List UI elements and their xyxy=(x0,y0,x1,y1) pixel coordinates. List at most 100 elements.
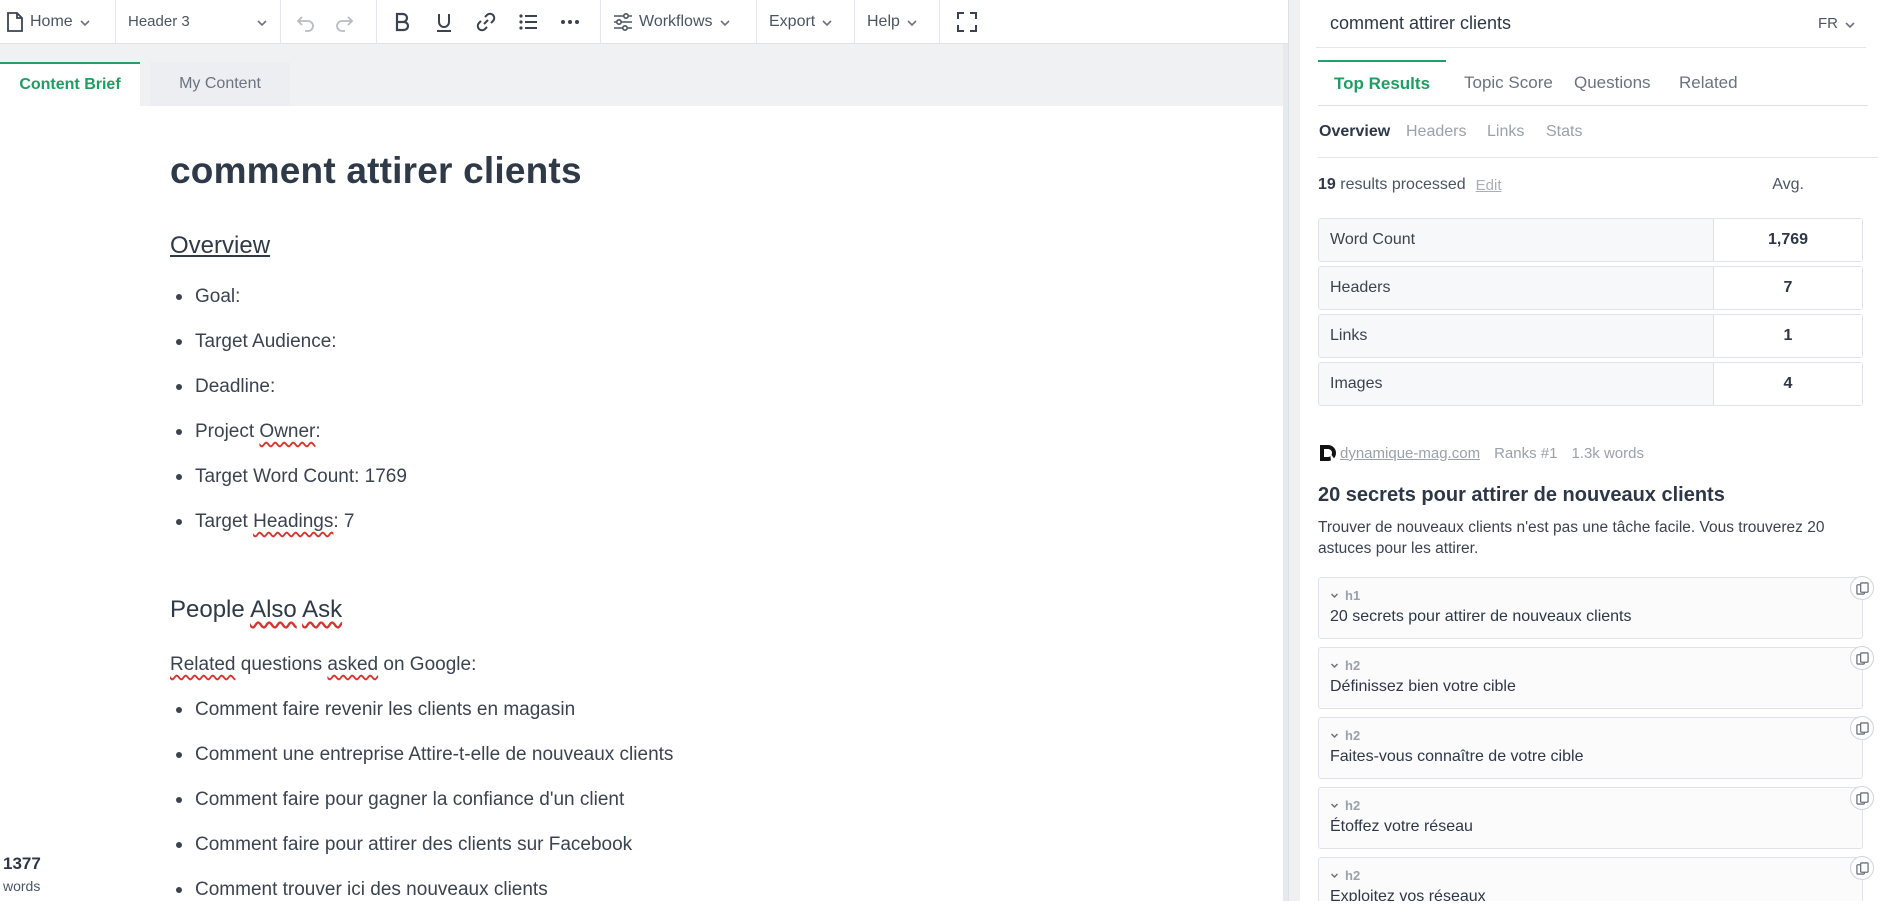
copy-header-button[interactable] xyxy=(1850,576,1874,600)
overview-list: Goal: Target Audience: Deadline: Project Ow… xyxy=(170,274,1230,544)
outline-header-card[interactable]: h2 Exploitez vos réseaux xyxy=(1318,856,1874,901)
block-style-label: Header 3 xyxy=(128,13,190,30)
tab-questions[interactable]: Questions xyxy=(1574,60,1651,106)
research-tabs: Top Results Topic Score Questions Relate… xyxy=(1318,60,1868,106)
editor-pane: Home Header 3 Workflows Export Help Cont… xyxy=(0,0,1288,901)
outline-header-card[interactable]: h2 Faites-vous connaître de votre cible xyxy=(1318,716,1874,779)
tab-content-brief[interactable]: Content Brief xyxy=(0,62,140,106)
overview-item: Project Owner: xyxy=(170,409,1230,454)
workflows-label: Workflows xyxy=(639,12,713,30)
stats-row: Word Count 1,769 xyxy=(1318,218,1863,262)
document-icon xyxy=(6,11,24,32)
header-level-tag: h2 xyxy=(1345,798,1361,813)
subtab-stats[interactable]: Stats xyxy=(1546,106,1582,158)
copy-header-button[interactable] xyxy=(1850,856,1874,880)
word-counter: 1377 words xyxy=(3,854,41,894)
pane-resize-handle[interactable] xyxy=(1288,0,1300,901)
header-level: h2 xyxy=(1330,728,1851,743)
paa-question-item: Comment une entreprise Attire-t-elle de … xyxy=(170,732,1230,777)
result-meta: dynamique-mag.com Ranks #1 1.3k words xyxy=(1318,440,1868,466)
editor-toolbar: Home Header 3 Workflows Export Help xyxy=(0,0,1288,44)
chevron-down-icon xyxy=(821,16,833,28)
paa-question-item: Comment faire revenir les clients en mag… xyxy=(170,687,1230,732)
header-text: Exploitez vos réseaux xyxy=(1330,888,1486,901)
header-text: Étoffez votre réseau xyxy=(1330,818,1473,835)
stats-row: Headers 7 xyxy=(1318,266,1863,310)
language-selector[interactable]: FR xyxy=(1818,15,1866,32)
link-icon[interactable] xyxy=(473,9,499,35)
header-level: h2 xyxy=(1330,798,1851,813)
result-word-count: 1.3k words xyxy=(1571,444,1644,462)
result-header-outline: h1 20 secrets pour attirer de nouveaux c… xyxy=(1318,576,1874,901)
result-title: 20 secrets pour attirer de nouveaux clie… xyxy=(1318,484,1725,506)
help-label: Help xyxy=(867,12,900,30)
undo-icon[interactable] xyxy=(293,9,319,35)
home-dropdown[interactable]: Home xyxy=(6,7,91,37)
block-style-dropdown[interactable]: Header 3 xyxy=(128,7,268,37)
bulleted-list-icon[interactable] xyxy=(515,9,541,35)
subtab-overview[interactable]: Overview xyxy=(1319,106,1390,158)
redo-icon[interactable] xyxy=(331,9,357,35)
results-count: 19 xyxy=(1318,176,1336,193)
underline-icon[interactable] xyxy=(431,9,457,35)
tab-top-results[interactable]: Top Results xyxy=(1318,60,1447,106)
word-count-label: words xyxy=(3,878,41,894)
copy-icon xyxy=(1855,581,1869,595)
header-level-tag: h2 xyxy=(1345,728,1361,743)
copy-header-button[interactable] xyxy=(1850,646,1874,670)
subtab-headers[interactable]: Headers xyxy=(1406,106,1466,158)
language-code: FR xyxy=(1818,15,1838,32)
document-title: comment attirer clients xyxy=(170,150,582,191)
research-pane: comment attirer clients FR Top Results T… xyxy=(1300,0,1881,901)
workflows-dropdown[interactable]: Workflows xyxy=(613,7,731,37)
paa-question-item: Comment faire pour gagner la confiance d… xyxy=(170,777,1230,822)
result-description: Trouver de nouveaux clients n'est pas un… xyxy=(1318,519,1825,557)
header-level-tag: h1 xyxy=(1345,588,1361,603)
chevron-down-icon xyxy=(719,16,731,28)
outline-header-card[interactable]: h2 Étoffez votre réseau xyxy=(1318,786,1874,849)
tab-my-content[interactable]: My Content xyxy=(150,62,290,106)
edit-results-link[interactable]: Edit xyxy=(1476,177,1502,194)
stat-average-value: 1 xyxy=(1714,315,1862,357)
home-label: Home xyxy=(30,12,73,30)
header-level-tag: h2 xyxy=(1345,868,1361,883)
export-dropdown[interactable]: Export xyxy=(769,7,833,37)
header-text: Faites-vous connaître de votre cible xyxy=(1330,748,1584,765)
copy-header-button[interactable] xyxy=(1850,786,1874,810)
chevron-down-icon xyxy=(906,16,918,28)
outline-header-card[interactable]: h2 Définissez bien votre cible xyxy=(1318,646,1874,709)
chevron-down-icon xyxy=(256,16,268,28)
copy-header-button[interactable] xyxy=(1850,716,1874,740)
copy-icon xyxy=(1855,791,1869,805)
paa-question-list: Comment faire revenir les clients en mag… xyxy=(170,687,1230,912)
tab-topic-score[interactable]: Topic Score xyxy=(1464,60,1553,106)
more-options-icon[interactable] xyxy=(557,9,583,35)
stat-average-value: 1,769 xyxy=(1714,219,1862,261)
bold-icon[interactable] xyxy=(389,9,415,35)
overview-item: Target Word Count: 1769 xyxy=(170,454,1230,499)
copy-icon xyxy=(1855,721,1869,735)
subtab-links[interactable]: Links xyxy=(1487,106,1524,158)
site-logo-icon xyxy=(1318,443,1338,463)
overview-item: Target Headings: 7 xyxy=(170,499,1230,544)
header-level-tag: h2 xyxy=(1345,658,1361,673)
fullscreen-icon[interactable] xyxy=(954,9,980,35)
header-text: Définissez bien votre cible xyxy=(1330,678,1516,695)
document-body[interactable]: comment attirer clients Overview Goal: Ta… xyxy=(170,150,1230,912)
stats-table: Word Count 1,769 Headers 7 Links 1 Images 4 xyxy=(1318,218,1863,410)
tab-related[interactable]: Related xyxy=(1679,60,1738,106)
chevron-down-icon xyxy=(79,16,91,28)
stats-row: Links 1 xyxy=(1318,314,1863,358)
help-dropdown[interactable]: Help xyxy=(867,7,918,37)
people-also-ask-heading: People Also Ask xyxy=(170,596,343,623)
word-count-value: 1377 xyxy=(3,854,41,873)
search-query-bar[interactable]: comment attirer clients FR xyxy=(1316,0,1866,48)
overview-item: Deadline: xyxy=(170,364,1230,409)
result-domain-link[interactable]: dynamique-mag.com xyxy=(1340,445,1480,462)
related-questions-intro: Related questions asked on Google: xyxy=(170,654,477,675)
overview-item: Target Audience: xyxy=(170,319,1230,364)
header-level: h2 xyxy=(1330,658,1851,673)
outline-header-card[interactable]: h1 20 secrets pour attirer de nouveaux c… xyxy=(1318,576,1874,639)
chevron-down-icon xyxy=(1330,801,1339,810)
header-text: 20 secrets pour attirer de nouveaux clie… xyxy=(1330,608,1632,625)
